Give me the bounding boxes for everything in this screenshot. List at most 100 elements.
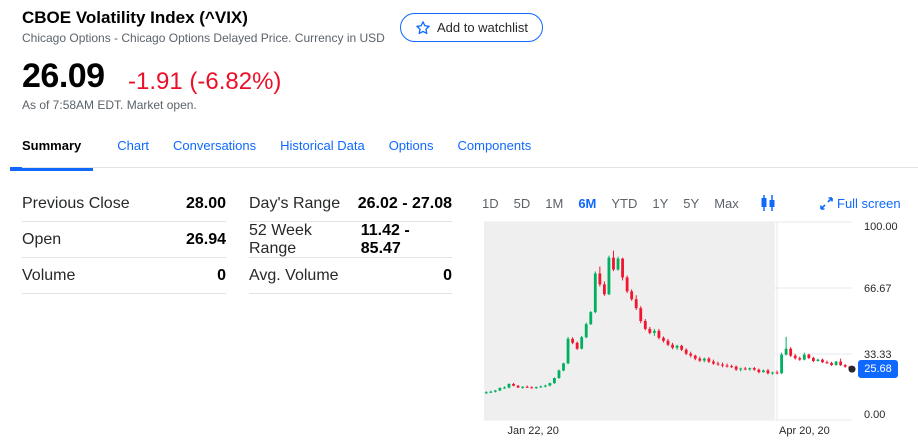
- candle-body: [643, 321, 647, 329]
- candle-body: [562, 363, 565, 371]
- candle-body: [743, 368, 747, 370]
- candle-body: [698, 358, 702, 361]
- candle-body: [553, 378, 556, 384]
- candle-body: [571, 338, 575, 343]
- candle-body: [507, 383, 511, 388]
- candle-body: [566, 338, 570, 364]
- candle-body: [662, 337, 665, 341]
- candle-body: [780, 354, 783, 374]
- candle: [639, 306, 643, 324]
- candle: [830, 361, 833, 366]
- candle-body: [616, 258, 620, 270]
- candle-body: [675, 345, 679, 348]
- candle: [798, 356, 802, 361]
- candle-body: [775, 372, 779, 374]
- candle-body: [707, 358, 711, 362]
- candle-body: [503, 387, 506, 389]
- candle-body: [634, 299, 638, 309]
- candle-body: [748, 368, 752, 370]
- candle: [816, 358, 820, 362]
- candle: [589, 311, 593, 325]
- candle-body: [630, 291, 634, 300]
- candle-body: [516, 385, 520, 388]
- candle-body: [680, 345, 684, 350]
- candle: [821, 358, 824, 363]
- candle-body: [657, 330, 661, 338]
- candle-body: [671, 344, 674, 348]
- candle: [562, 362, 565, 372]
- candle-body: [830, 362, 833, 365]
- candle: [793, 353, 797, 360]
- candle-body: [548, 383, 552, 386]
- current-price-marker: 25.68: [858, 360, 898, 379]
- candle-body: [825, 362, 829, 364]
- candle: [811, 356, 815, 363]
- candle-body: [639, 308, 643, 321]
- candle-body: [816, 359, 820, 361]
- candle: [775, 370, 779, 375]
- candle-body: [484, 392, 488, 394]
- candle: [843, 363, 847, 368]
- candle-body: [807, 354, 811, 359]
- vix-price-chart[interactable]: 100.0066.6733.330.00Jan 22, 20 Apr 20, 20: [0, 0, 918, 446]
- candle-body: [512, 383, 515, 386]
- candle-body: [839, 361, 843, 366]
- candle-body: [602, 284, 606, 295]
- candle-body: [843, 365, 847, 367]
- chart-shaded-region: [484, 222, 775, 420]
- candle-body: [821, 359, 824, 363]
- candle-body: [752, 368, 756, 370]
- candle-body: [702, 358, 706, 361]
- candle-body: [689, 353, 693, 356]
- candle-body: [766, 370, 770, 374]
- current-price-dot: [848, 365, 856, 373]
- y-tick-label: 0.00: [864, 409, 885, 421]
- candle-body: [575, 342, 579, 349]
- x-tick-label: Jan 22, 20: [508, 425, 559, 437]
- y-tick-label: 100.00: [864, 221, 898, 233]
- candle: [780, 352, 783, 375]
- candle-body: [716, 363, 720, 365]
- candle-body: [584, 324, 588, 338]
- candle-body: [734, 366, 738, 370]
- candle-body: [621, 258, 624, 278]
- candle: [834, 360, 838, 366]
- candle-body: [525, 386, 529, 388]
- candle-body: [725, 365, 729, 367]
- candle-body: [521, 386, 525, 388]
- candle-body: [652, 330, 656, 333]
- candle: [584, 322, 588, 339]
- candle: [566, 336, 570, 365]
- candle: [553, 377, 556, 384]
- candle-body: [693, 355, 697, 359]
- candle-body: [761, 370, 765, 373]
- candle-body: [539, 386, 543, 388]
- candle-body: [757, 369, 761, 373]
- candle-body: [730, 366, 734, 368]
- candle-body: [666, 340, 670, 345]
- candle-body: [493, 390, 497, 392]
- candle-body: [789, 348, 793, 356]
- candle-body: [498, 387, 502, 391]
- candle-body: [580, 337, 584, 349]
- candle-body: [793, 355, 797, 359]
- y-tick-label: 66.67: [864, 283, 892, 295]
- candle: [839, 358, 843, 366]
- candle-body: [721, 364, 724, 366]
- candle: [607, 255, 611, 296]
- candle-body: [593, 273, 597, 313]
- candle-body: [612, 257, 615, 270]
- x-tick-label: Apr 20, 20: [779, 425, 830, 437]
- candle-body: [798, 358, 802, 360]
- candle-body: [712, 361, 715, 364]
- candle: [593, 271, 597, 314]
- candle: [784, 336, 788, 356]
- candle-body: [489, 391, 493, 393]
- candle-body: [589, 312, 593, 325]
- candle: [789, 347, 793, 358]
- candle-body: [802, 354, 806, 360]
- candle: [825, 360, 829, 364]
- candle-body: [625, 277, 629, 292]
- candle-body: [534, 387, 538, 389]
- candle-body: [811, 358, 815, 361]
